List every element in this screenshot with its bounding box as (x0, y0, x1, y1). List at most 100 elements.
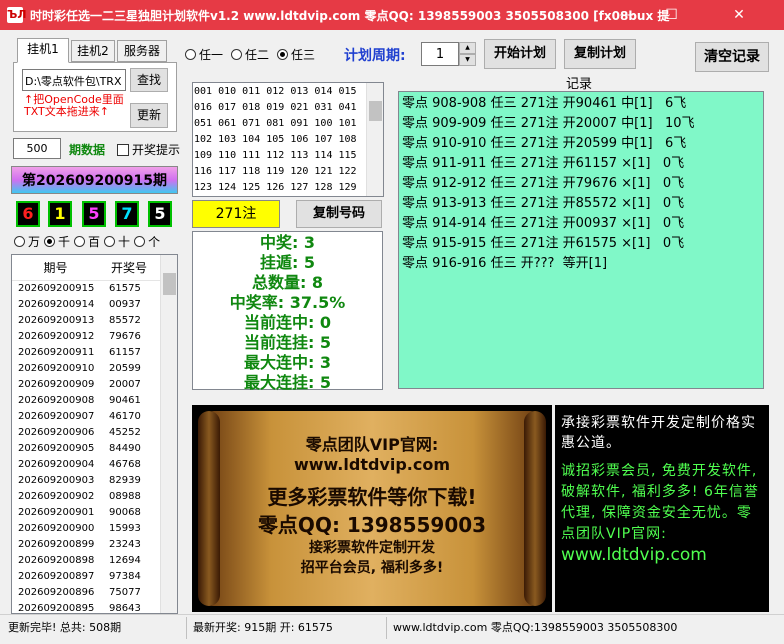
combo-line: 102 103 104 105 106 107 108 (194, 134, 357, 145)
position-radio[interactable]: 百 (74, 233, 100, 250)
history-row[interactable]: 202609200895 98643 (12, 601, 177, 614)
history-draw-cell: 75077 (109, 587, 141, 598)
plan-cycle-label: 计划周期: (344, 48, 406, 64)
history-period-cell: 202609200896 (18, 587, 95, 598)
clear-records-button[interactable]: 清空记录 (695, 42, 769, 72)
ad-banner-right[interactable]: 承接彩票软件开发定制价格实惠公道。 诚招彩票会员, 免费开发软件, 破解软件, … (555, 405, 769, 612)
ad-banner-left[interactable]: 零点团队VIP官网: www.ldtdvip.com 更多彩票软件等你下载! 零… (192, 405, 552, 612)
history-row[interactable]: 202609200901 90068 (12, 505, 177, 521)
tab-server[interactable]: 服务器 (117, 40, 167, 62)
radio-label: 百 (88, 235, 101, 249)
history-row[interactable]: 202609200896 75077 (12, 585, 177, 601)
path-input[interactable]: D:\零点软件包\TRX (22, 69, 126, 91)
history-period-cell: 202609200902 (18, 491, 95, 502)
history-row[interactable]: 202609200900 15993 (12, 521, 177, 537)
history-row[interactable]: 202609200908 90461 (12, 393, 177, 409)
maximize-button[interactable]: ☐ (649, 0, 694, 30)
history-period-cell: 202609200903 (18, 475, 95, 486)
history-row[interactable]: 202609200905 84490 (12, 441, 177, 457)
mode-radio-any3[interactable]: 任三 (277, 46, 315, 63)
plan-cycle-input[interactable]: 1 (421, 42, 459, 66)
history-row[interactable]: 202609200906 45252 (12, 425, 177, 441)
records-panel[interactable]: 零点 908-908 任三 271注 开90461 中[1] 6飞 零点 909-… (398, 91, 764, 389)
mode-radio-any2[interactable]: 任二 (231, 46, 269, 63)
current-period-banner: 第202609200915期 (11, 166, 178, 194)
history-row[interactable]: 202609200915 61575 (12, 281, 177, 297)
ad-site-label: 零点团队VIP官网: (305, 435, 439, 454)
history-row[interactable]: 202609200904 46768 (12, 457, 177, 473)
find-button[interactable]: 查找 (130, 68, 168, 92)
start-plan-button[interactable]: 开始计划 (484, 39, 556, 69)
radio-dot[interactable] (134, 236, 146, 247)
stat-line: 最大连挂: 5 (243, 373, 332, 392)
period-count-input[interactable]: 500 (13, 138, 61, 159)
history-row[interactable]: 202609200909 20007 (12, 377, 177, 393)
history-row[interactable]: 202609200899 23243 (12, 537, 177, 553)
radio-dot[interactable] (185, 49, 196, 60)
combo-line: 123 124 125 126 127 128 129 (194, 182, 357, 193)
position-radio-group: 万 千 百 十 个 (14, 233, 160, 250)
history-row[interactable]: 202609200897 97384 (12, 569, 177, 585)
history-row[interactable]: 202609200914 00937 (12, 297, 177, 313)
stat-line: 最大连中: 3 (243, 353, 332, 372)
stat-line: 当前连中: 0 (243, 313, 332, 332)
close-button[interactable]: ✕ (694, 0, 784, 30)
radio-dot[interactable] (74, 236, 86, 247)
radio-dot[interactable] (44, 236, 56, 247)
radio-dot[interactable] (14, 236, 25, 247)
stat-line: 总数量: 8 (251, 273, 324, 292)
combo-line: 116 117 118 119 120 121 122 (194, 166, 357, 177)
radio-dot[interactable] (277, 49, 289, 60)
ad-right-white-text: 承接彩票软件开发定制价格实惠公道。 (561, 415, 756, 451)
draw-digit: 7 (115, 201, 139, 227)
scrollbar-thumb[interactable] (369, 101, 382, 121)
scrollbar-thumb[interactable] (163, 273, 176, 295)
cycle-up-button[interactable]: ▲ (459, 42, 476, 54)
history-list[interactable]: 期号 开奖号 202609200915 61575 202609200914 0093… (11, 254, 178, 614)
history-rows: 202609200915 61575 202609200914 00937 202609… (12, 281, 177, 614)
mode-radio-any1[interactable]: 任一 (185, 46, 223, 63)
history-scrollbar[interactable] (160, 255, 177, 613)
history-period-cell: 202609200915 (18, 283, 95, 294)
position-radio[interactable]: 十 (104, 233, 130, 250)
cycle-down-button[interactable]: ▼ (459, 54, 476, 66)
history-row[interactable]: 202609200911 61157 (12, 345, 177, 361)
copy-plan-button[interactable]: 复制计划 (564, 39, 636, 69)
history-row[interactable]: 202609200903 82939 (12, 473, 177, 489)
history-draw-cell: 98643 (109, 603, 141, 614)
update-button[interactable]: 更新 (130, 103, 168, 128)
app-icon: ЪЛ (7, 7, 27, 23)
checkbox-box[interactable] (117, 143, 129, 156)
copy-numbers-button[interactable]: 复制号码 (296, 200, 382, 228)
radio-label: 千 (58, 235, 71, 249)
combo-list[interactable]: 001 010 011 012 013 014 015 016 017 018 0… (192, 82, 384, 197)
draw-alert-checkbox[interactable]: 开奖提示 (117, 141, 180, 158)
position-radio[interactable]: 个 (134, 233, 160, 250)
tab-hook1[interactable]: 挂机1 (17, 38, 69, 63)
minimize-button[interactable]: — (604, 0, 649, 30)
history-draw-cell: 23243 (109, 539, 141, 550)
combo-scrollbar[interactable] (366, 83, 383, 196)
draw-digit: 6 (16, 201, 40, 227)
history-row[interactable]: 202609200910 20599 (12, 361, 177, 377)
radio-dot[interactable] (231, 49, 243, 60)
history-row[interactable]: 202609200907 46170 (12, 409, 177, 425)
radio-dot[interactable] (104, 236, 116, 247)
draw-digit: 5 (82, 201, 106, 227)
history-row[interactable]: 202609200902 08988 (12, 489, 177, 505)
radio-label: 个 (148, 235, 161, 249)
status-separator (386, 617, 387, 639)
tab-hook2[interactable]: 挂机2 (71, 40, 115, 62)
draw-alert-label: 开奖提示 (132, 143, 181, 157)
combo-count: 271注 (192, 200, 280, 228)
history-row[interactable]: 202609200913 85572 (12, 313, 177, 329)
stats-panel: 中奖: 3 挂遁: 5 总数量: 8 中奖率: 37.5% 当前连中: 0 当前连挂: 5… (192, 231, 383, 392)
position-radio[interactable]: 千 (44, 233, 70, 250)
position-radio[interactable]: 万 (14, 233, 40, 250)
history-row[interactable]: 202609200912 79676 (12, 329, 177, 345)
title-bar: ЪЛ 时时彩任选一二三星独胆计划软件v1.2 www.ldtdvip.com 零… (0, 0, 784, 30)
history-draw-cell: 15993 (109, 523, 141, 534)
history-period-cell: 202609200911 (18, 347, 95, 358)
history-row[interactable]: 202609200898 12694 (12, 553, 177, 569)
col-period: 期号 (43, 261, 68, 275)
